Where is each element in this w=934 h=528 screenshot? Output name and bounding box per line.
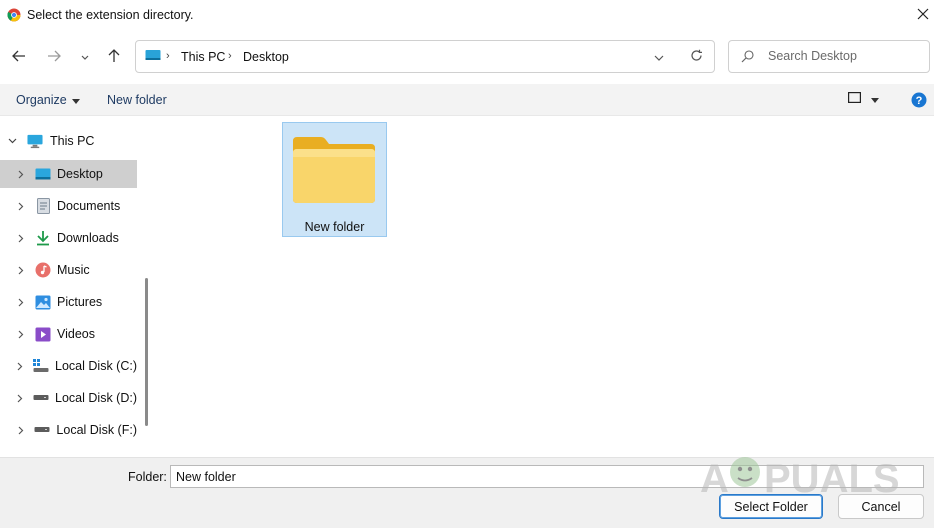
sidebar-item-label: Videos: [57, 327, 95, 341]
pictures-icon: [35, 294, 51, 310]
arrow-up-icon: [108, 48, 120, 66]
breadcrumb-desktop[interactable]: Desktop: [243, 50, 289, 64]
close-icon: [917, 8, 929, 23]
folder-item-label: New folder: [304, 220, 365, 234]
sidebar-item-this-pc[interactable]: This PC: [0, 127, 137, 155]
chrome-icon: [7, 8, 21, 22]
help-button[interactable]: ?: [911, 92, 927, 111]
address-dropdown-button[interactable]: [647, 45, 671, 69]
sidebar-item-label: Documents: [57, 199, 121, 213]
computer-icon: [27, 133, 43, 149]
sidebar-item-local-disk-f[interactable]: Local Disk (F:): [0, 416, 137, 444]
arrow-left-icon: [12, 50, 26, 65]
drive-icon: [34, 422, 50, 438]
recent-locations-button[interactable]: [73, 45, 97, 69]
desktop-icon: [35, 166, 51, 182]
up-button[interactable]: [102, 45, 126, 69]
chevron-down-icon[interactable]: [6, 135, 18, 147]
refresh-button[interactable]: [684, 45, 708, 69]
sidebar-item-documents[interactable]: Documents: [0, 192, 137, 220]
sidebar-item-videos[interactable]: Videos: [0, 320, 137, 348]
videos-icon: [35, 326, 51, 342]
breadcrumb-separator: ›: [228, 50, 232, 62]
new-folder-button[interactable]: New folder: [107, 93, 167, 107]
chevron-right-icon[interactable]: [15, 360, 25, 372]
close-button[interactable]: [912, 4, 934, 26]
forward-button[interactable]: [42, 45, 66, 69]
folder-field-label: Folder:: [128, 470, 167, 484]
chevron-right-icon[interactable]: [15, 200, 27, 212]
chevron-down-icon: [81, 50, 89, 64]
navigation-pane-scrollbar[interactable]: [145, 278, 148, 426]
help-icon: ?: [911, 92, 927, 111]
window-title: Select the extension directory.: [27, 8, 194, 22]
sidebar-item-label: Desktop: [57, 167, 103, 181]
refresh-icon: [690, 49, 703, 65]
chevron-right-icon[interactable]: [15, 328, 27, 340]
organize-button[interactable]: Organize: [16, 93, 80, 107]
sidebar-item-downloads[interactable]: Downloads: [0, 224, 137, 252]
sidebar-item-desktop[interactable]: Desktop: [0, 160, 137, 188]
sidebar-item-label: This PC: [50, 134, 95, 148]
sidebar-item-pictures[interactable]: Pictures: [0, 288, 137, 316]
downloads-icon: [35, 230, 51, 246]
sidebar-item-label: Downloads: [57, 231, 119, 245]
windows-drive-icon: [33, 358, 49, 374]
chevron-right-icon[interactable]: [15, 424, 26, 436]
back-button[interactable]: [7, 45, 31, 69]
search-input[interactable]: Search Desktop: [768, 49, 857, 63]
watermark-logo: A PUALS: [700, 440, 910, 501]
view-pane-icon: [848, 92, 862, 106]
documents-icon: [35, 198, 51, 214]
sidebar-item-local-disk-c[interactable]: Local Disk (C:): [0, 352, 137, 380]
breadcrumb-this-pc[interactable]: This PC: [181, 50, 225, 64]
chevron-right-icon[interactable]: [15, 264, 27, 276]
organize-label: Organize: [16, 93, 67, 107]
search-icon: [741, 50, 754, 66]
sidebar-item-label: Local Disk (F:): [56, 423, 137, 437]
svg-text:?: ?: [916, 95, 923, 107]
chevron-right-icon[interactable]: [15, 232, 27, 244]
view-options-button[interactable]: [848, 92, 879, 106]
caret-down-icon: [871, 92, 879, 106]
caret-down-icon: [71, 93, 80, 107]
sidebar-item-local-disk-d[interactable]: Local Disk (D:): [0, 384, 137, 412]
breadcrumb-separator: ›: [166, 50, 170, 62]
svg-text:A: A: [700, 457, 729, 500]
music-icon: [35, 262, 51, 278]
folder-icon: [291, 135, 377, 208]
arrow-right-icon: [47, 50, 61, 65]
sidebar-item-label: Local Disk (C:): [55, 359, 137, 373]
desktop-icon: [145, 49, 161, 63]
sidebar-item-label: Pictures: [57, 295, 103, 309]
sidebar-item-label: Local Disk (D:): [55, 391, 137, 405]
file-list: [156, 116, 934, 457]
chevron-right-icon[interactable]: [15, 296, 27, 308]
chevron-right-icon[interactable]: [15, 392, 25, 404]
chevron-down-icon: [654, 50, 664, 64]
drive-icon: [33, 390, 49, 406]
chevron-right-icon[interactable]: [15, 168, 27, 180]
sidebar-item-music[interactable]: Music: [0, 256, 137, 284]
sidebar-item-label: Music: [57, 263, 90, 277]
svg-text:PUALS: PUALS: [764, 457, 900, 500]
